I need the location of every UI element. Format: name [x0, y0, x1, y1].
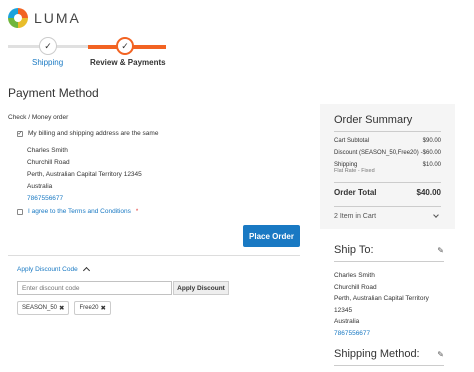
luma-logo[interactable]: LUMA [8, 8, 81, 28]
applied-coupons: SEASON_50 ✖ Free20 ✖ [17, 301, 111, 315]
order-total-row: Order Total $40.00 [334, 182, 441, 197]
ship-zip: 12345 [334, 306, 353, 314]
order-total-value: $40.00 [416, 188, 441, 197]
ship-to-header: Ship To: ✎ [334, 244, 444, 262]
coupon-tag: SEASON_50 ✖ [17, 301, 70, 315]
ship-name: Charles Smith [334, 272, 375, 279]
edit-pencil-icon[interactable]: ✎ [437, 246, 444, 255]
section-divider [8, 255, 300, 256]
coupon-tag: Free20 ✖ [74, 301, 111, 315]
step-shipping-check-icon[interactable]: ✓ [39, 37, 57, 55]
ship-phone-link[interactable]: 7867556677 [334, 328, 444, 340]
discount-value: -$60.00 [420, 150, 441, 156]
order-summary-title: Order Summary [334, 114, 441, 132]
apply-discount-button[interactable]: Apply Discount [173, 281, 229, 295]
chevron-up-icon [82, 266, 90, 275]
shipping-value: $10.00 [422, 162, 441, 168]
shipping-method-header: Shipping Method: ✎ [334, 348, 444, 366]
subtotal-label: Cart Subtotal [334, 138, 370, 144]
billing-name: Charles Smith [27, 147, 68, 154]
order-summary: Order Summary Cart Subtotal $90.00 Disco… [320, 104, 455, 229]
billing-phone-link[interactable]: 7867556677 [27, 193, 142, 205]
ship-street: Churchill Road [334, 283, 377, 291]
checkout-progress-bar: ✓ ✓ Shipping Review & Payments [8, 36, 168, 68]
apply-discount-toggle[interactable]: Apply Discount Code [17, 265, 90, 275]
billing-city-line: Perth, Australian Capital Territory 1234… [27, 171, 142, 178]
billing-address: Charles Smith Churchill Road Perth, Aust… [27, 145, 142, 205]
subtotal-value: $90.00 [422, 138, 441, 144]
billing-country: Australia [27, 183, 53, 190]
items-in-cart-toggle[interactable]: 2 Item in Cart [334, 206, 441, 220]
ship-to-address: Charles Smith Churchill Road Perth, Aust… [334, 270, 444, 339]
shipping-method-sub: Flat Rate - Fixed [334, 168, 375, 174]
luma-logo-icon [8, 8, 28, 28]
required-asterisk: * [135, 208, 139, 215]
brand-name: LUMA [34, 10, 81, 26]
chevron-down-icon [433, 212, 439, 218]
step-review-check-icon: ✓ [116, 37, 134, 55]
ship-city-line: Perth, Australian Capital Territory [334, 295, 429, 302]
coupon-code: SEASON_50 [22, 305, 58, 311]
discount-row: Discount (SEASON_50,Free20) -$60.00 [334, 150, 441, 156]
same-address-checkbox[interactable]: ✓ [17, 130, 23, 137]
apply-discount-label: Apply Discount Code [17, 265, 78, 273]
same-address-option[interactable]: ✓ My billing and shipping address are th… [17, 130, 158, 137]
payment-method-name: Check / Money order [8, 114, 69, 121]
step-review-label: Review & Payments [90, 58, 166, 67]
remove-coupon-icon[interactable]: ✖ [101, 304, 106, 312]
terms-link[interactable]: I agree to the Terms and Conditions [28, 208, 131, 215]
ship-to-title: Ship To: [334, 244, 374, 256]
terms-checkbox[interactable] [17, 208, 23, 215]
step-shipping-label[interactable]: Shipping [32, 58, 63, 67]
ship-country: Australia [334, 318, 360, 325]
shipping-method-block: Shipping Method: ✎ [334, 348, 444, 366]
place-order-button[interactable]: Place Order [243, 225, 300, 247]
terms-option[interactable]: I agree to the Terms and Conditions * [17, 208, 138, 215]
ship-to-block: Ship To: ✎ Charles Smith Churchill Road … [334, 244, 444, 339]
same-address-label: My billing and shipping address are the … [28, 130, 159, 137]
shipping-row: Shipping Flat Rate - Fixed $10.00 [334, 162, 441, 174]
items-in-cart-label: 2 Item in Cart [334, 213, 377, 220]
order-total-label: Order Total [334, 188, 377, 197]
shipping-method-title: Shipping Method: [334, 348, 420, 360]
remove-coupon-icon[interactable]: ✖ [59, 304, 64, 312]
payment-method-title: Payment Method [8, 86, 99, 100]
edit-pencil-icon[interactable]: ✎ [437, 350, 444, 359]
discount-label: Discount (SEASON_50,Free20) [334, 150, 419, 156]
coupon-code: Free20 [79, 305, 99, 311]
billing-street: Churchill Road [27, 159, 70, 166]
discount-code-input[interactable] [17, 281, 172, 295]
subtotal-row: Cart Subtotal $90.00 [334, 138, 441, 144]
